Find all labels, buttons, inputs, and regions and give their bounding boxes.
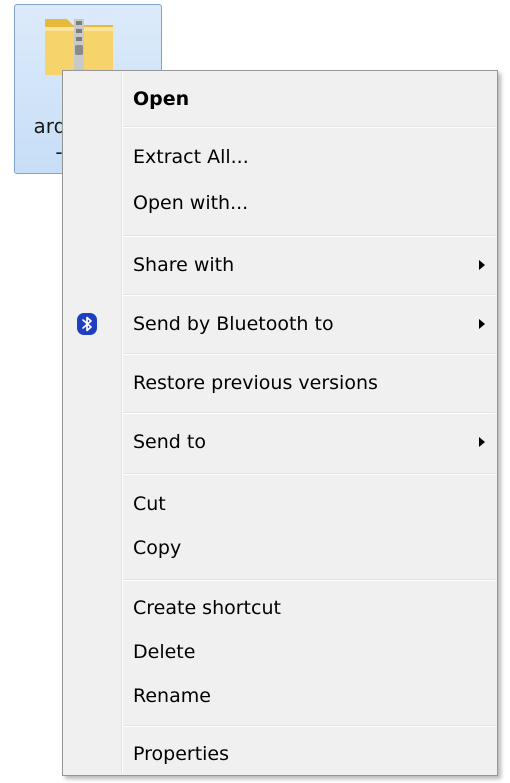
submenu-arrow-icon — [479, 319, 485, 329]
menu-item-cut[interactable]: Cut — [65, 484, 495, 524]
menu-item-label: Restore previous versions — [133, 372, 378, 394]
menu-item-open[interactable]: Open — [65, 79, 495, 119]
menu-separator — [123, 579, 495, 581]
bluetooth-icon — [77, 313, 97, 335]
menu-item-create-shortcut[interactable]: Create shortcut — [65, 588, 495, 628]
context-menu: Open Extract All... Open with... Share w… — [62, 70, 498, 776]
menu-separator — [123, 294, 495, 296]
menu-separator — [123, 725, 495, 727]
menu-separator — [123, 126, 495, 128]
menu-item-copy[interactable]: Copy — [65, 528, 495, 568]
menu-item-label: Delete — [133, 641, 196, 663]
menu-item-open-with[interactable]: Open with... — [65, 183, 495, 223]
menu-item-send-by-bluetooth[interactable]: Send by Bluetooth to — [65, 304, 495, 344]
menu-item-label: Open — [133, 88, 190, 110]
menu-item-label: Create shortcut — [133, 597, 281, 619]
submenu-arrow-icon — [479, 437, 485, 447]
menu-item-label: Send to — [133, 431, 206, 453]
menu-item-label: Properties — [133, 743, 230, 765]
menu-item-label: Extract All... — [133, 146, 249, 168]
menu-item-label: Cut — [133, 493, 166, 515]
menu-separator — [123, 235, 495, 237]
menu-item-extract-all[interactable]: Extract All... — [65, 137, 495, 177]
menu-item-label: Share with — [133, 254, 235, 276]
menu-item-rename[interactable]: Rename — [65, 676, 495, 716]
menu-item-share-with[interactable]: Share with — [65, 245, 495, 285]
menu-item-label: Send by Bluetooth to — [133, 313, 334, 335]
menu-separator — [123, 353, 495, 355]
menu-item-restore-previous-versions[interactable]: Restore previous versions — [65, 363, 495, 403]
menu-item-label: Rename — [133, 685, 211, 707]
menu-item-label: Open with... — [133, 192, 249, 214]
zip-folder-icon — [45, 19, 113, 75]
menu-item-delete[interactable]: Delete — [65, 632, 495, 672]
submenu-arrow-icon — [479, 260, 485, 270]
menu-separator — [123, 473, 495, 475]
menu-item-properties[interactable]: Properties — [65, 734, 495, 774]
menu-item-send-to[interactable]: Send to — [65, 422, 495, 462]
menu-separator — [123, 412, 495, 414]
menu-item-label: Copy — [133, 537, 182, 559]
